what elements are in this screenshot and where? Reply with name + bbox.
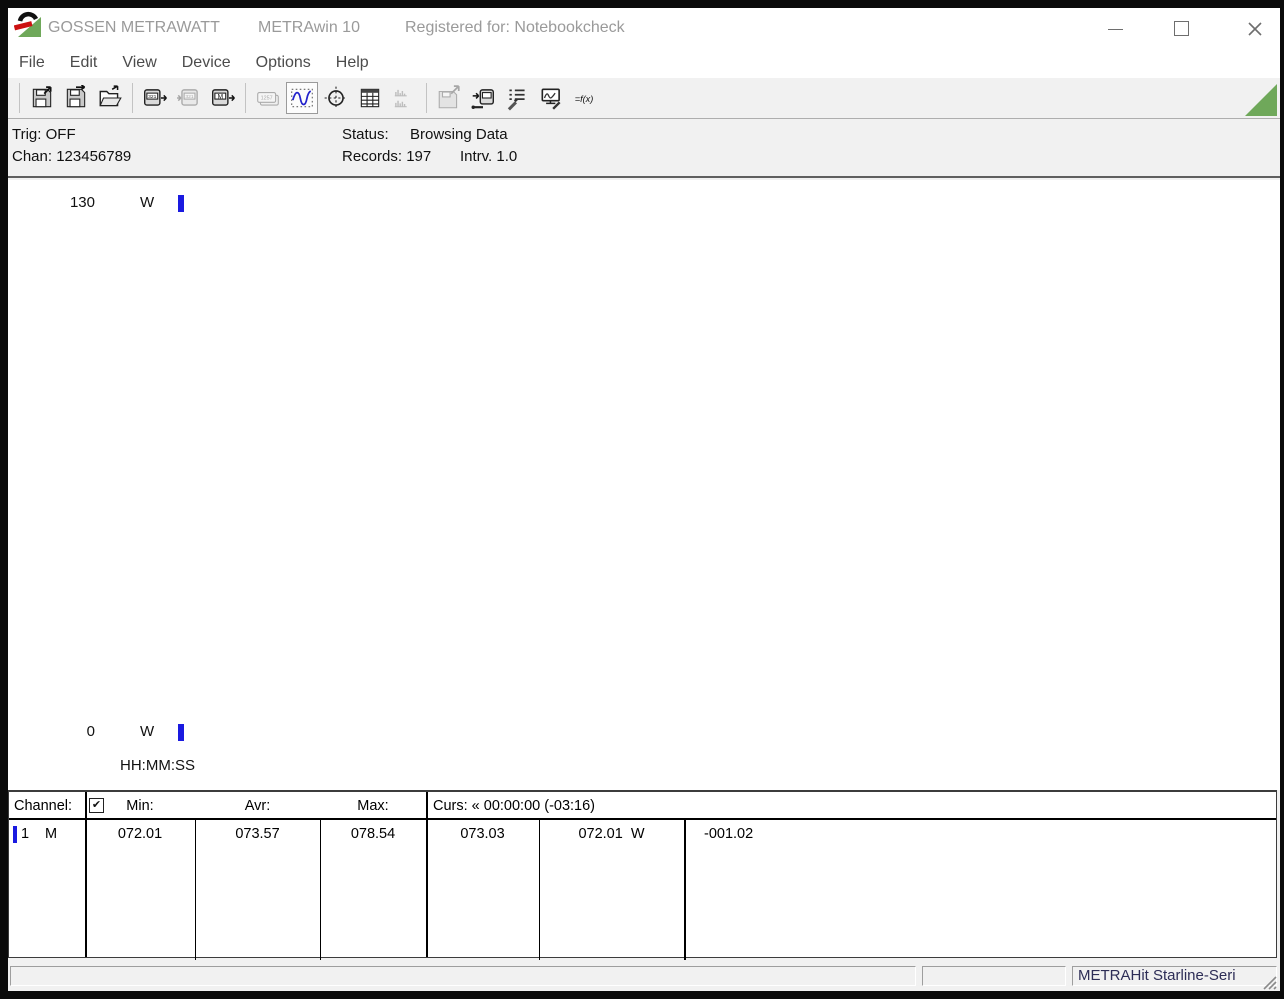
minimize-button[interactable] [1108,21,1124,36]
device-read-icon: 321 [142,85,168,111]
status-value: Browsing Data [410,126,508,143]
toolbar-device-send-button[interactable] [467,82,499,114]
xy-chart-icon [323,85,349,111]
status-strip: Trig: OFF Chan: 123456789 Status: Browsi… [8,120,1280,178]
menu-device[interactable]: Device [179,52,234,74]
toolbar-device-read-button[interactable]: 321 [139,82,171,114]
toolbar-export-button[interactable] [433,82,465,114]
menu-file[interactable]: File [16,52,48,74]
cursor-b-value: 072.01 W [539,826,684,842]
maximize-button[interactable] [1174,21,1190,36]
col-header-channel: Channel: [14,798,72,814]
menu-edit[interactable]: Edit [67,52,101,74]
toolbar-save-button[interactable] [26,82,58,114]
minimize-icon [1108,29,1123,30]
save-as-icon [63,85,89,111]
brand-name: GOSSEN METRAWATT [48,8,220,48]
status-label: Status: [342,126,389,143]
table-divider [684,818,686,960]
channel-list-text: Chan: 123456789 [12,148,131,165]
svg-text:321: 321 [185,94,194,100]
application-window: GOSSEN METRAWATT METRAwin 10 Registered … [0,0,1284,999]
col-header-max: Max: [320,798,426,814]
menu-options[interactable]: Options [253,52,314,74]
app-title: METRAwin 10 [258,8,360,48]
app-client-area: GOSSEN METRAWATT METRAwin 10 Registered … [8,8,1280,991]
interval-text: Intrv. 1.0 [460,148,517,165]
measurement-table: Channel: ✔ Min: Avr: Max: Curs: « 00:00:… [8,790,1277,958]
save-icon [29,85,55,111]
toolbar-xy-chart-button[interactable] [320,82,352,114]
toolbar-save-as-button[interactable] [60,82,92,114]
title-bar: GOSSEN METRAWATT METRAwin 10 Registered … [8,8,1280,48]
toolbar-separator [245,83,246,113]
toolbar-separator [132,83,133,113]
col-header-avr: Avr: [195,798,320,814]
status-bar: METRAHit Starline-Seri [8,962,1280,991]
data-table-icon [357,85,383,111]
toolbar-separator [426,83,427,113]
device-send-icon [470,85,496,111]
col-header-cursor: Curs: « 00:00:00 (-03:16) [433,798,595,814]
maximize-icon [1174,21,1189,36]
menu-bar: File Edit View Device Options Help [8,48,1280,78]
svg-text:321: 321 [148,94,157,100]
toolbar-display-config-button[interactable] [535,82,567,114]
device-write-icon: 321 [176,85,202,111]
yt-chart-icon [289,85,315,111]
min-value: 072.01 [85,826,195,842]
records-count-text: Records: 197 [342,148,431,165]
statusbar-device-panel: METRAHit Starline-Seri [1072,966,1277,986]
numeric-display-icon: 1257 [255,85,281,111]
toolbar-open-button[interactable] [94,82,126,114]
app-logo [14,10,42,38]
channel-mode: M [45,826,57,842]
cursor-a-value: 073.03 [426,826,539,842]
trigger-status-text: Trig: OFF [12,126,76,143]
toolbar: 321 321 M 1257 =f(x) [8,78,1280,119]
table-divider [85,792,87,957]
max-value: 078.54 [320,826,426,842]
gossen-metrawatt-logo-icon [14,10,42,38]
toolbar-yt-chart-button[interactable] [286,82,318,114]
table-header-rule [9,818,1276,820]
toolbar-device-write-button[interactable]: 321 [173,82,205,114]
avr-value: 073.57 [195,826,320,842]
svg-text:=f(x): =f(x) [575,94,594,104]
svg-text:1257: 1257 [261,96,273,102]
statistics-icon [391,85,417,111]
toolbar-statistics-button[interactable] [388,82,420,114]
export-icon [436,85,462,111]
menu-help[interactable]: Help [333,52,372,74]
table-divider [426,792,428,957]
chart-plot[interactable] [8,180,1280,790]
connected-device-text: METRAHit Starline-Seri [1073,967,1276,985]
display-config-icon [538,85,564,111]
channel-config-icon [504,85,530,111]
close-button[interactable] [1247,21,1265,36]
toolbar-channel-config-button[interactable] [501,82,533,114]
col-header-min: Min: [85,798,195,814]
resize-grip[interactable] [1260,973,1278,991]
channel-color-marker [13,826,17,843]
svg-text:M: M [218,93,223,100]
toolbar-separator [19,83,20,113]
registered-for-text: Registered for: Notebookcheck [405,8,625,48]
cursor-delta-value: -001.02 [704,826,753,842]
toolbar-numeric-display-button[interactable]: 1257 [252,82,284,114]
toolbar-data-table-button[interactable] [354,82,386,114]
formula-icon: =f(x) [572,85,598,111]
close-icon [1247,21,1263,37]
toolbar-memory-read-button[interactable]: M [207,82,239,114]
statusbar-aux-panel [922,966,1066,986]
open-icon [97,85,123,111]
channel-number: 1 [21,826,29,842]
statusbar-message-panel [10,966,916,986]
memory-read-icon: M [210,85,236,111]
toolbar-formula-button[interactable]: =f(x) [569,82,601,114]
menu-view[interactable]: View [119,52,159,74]
